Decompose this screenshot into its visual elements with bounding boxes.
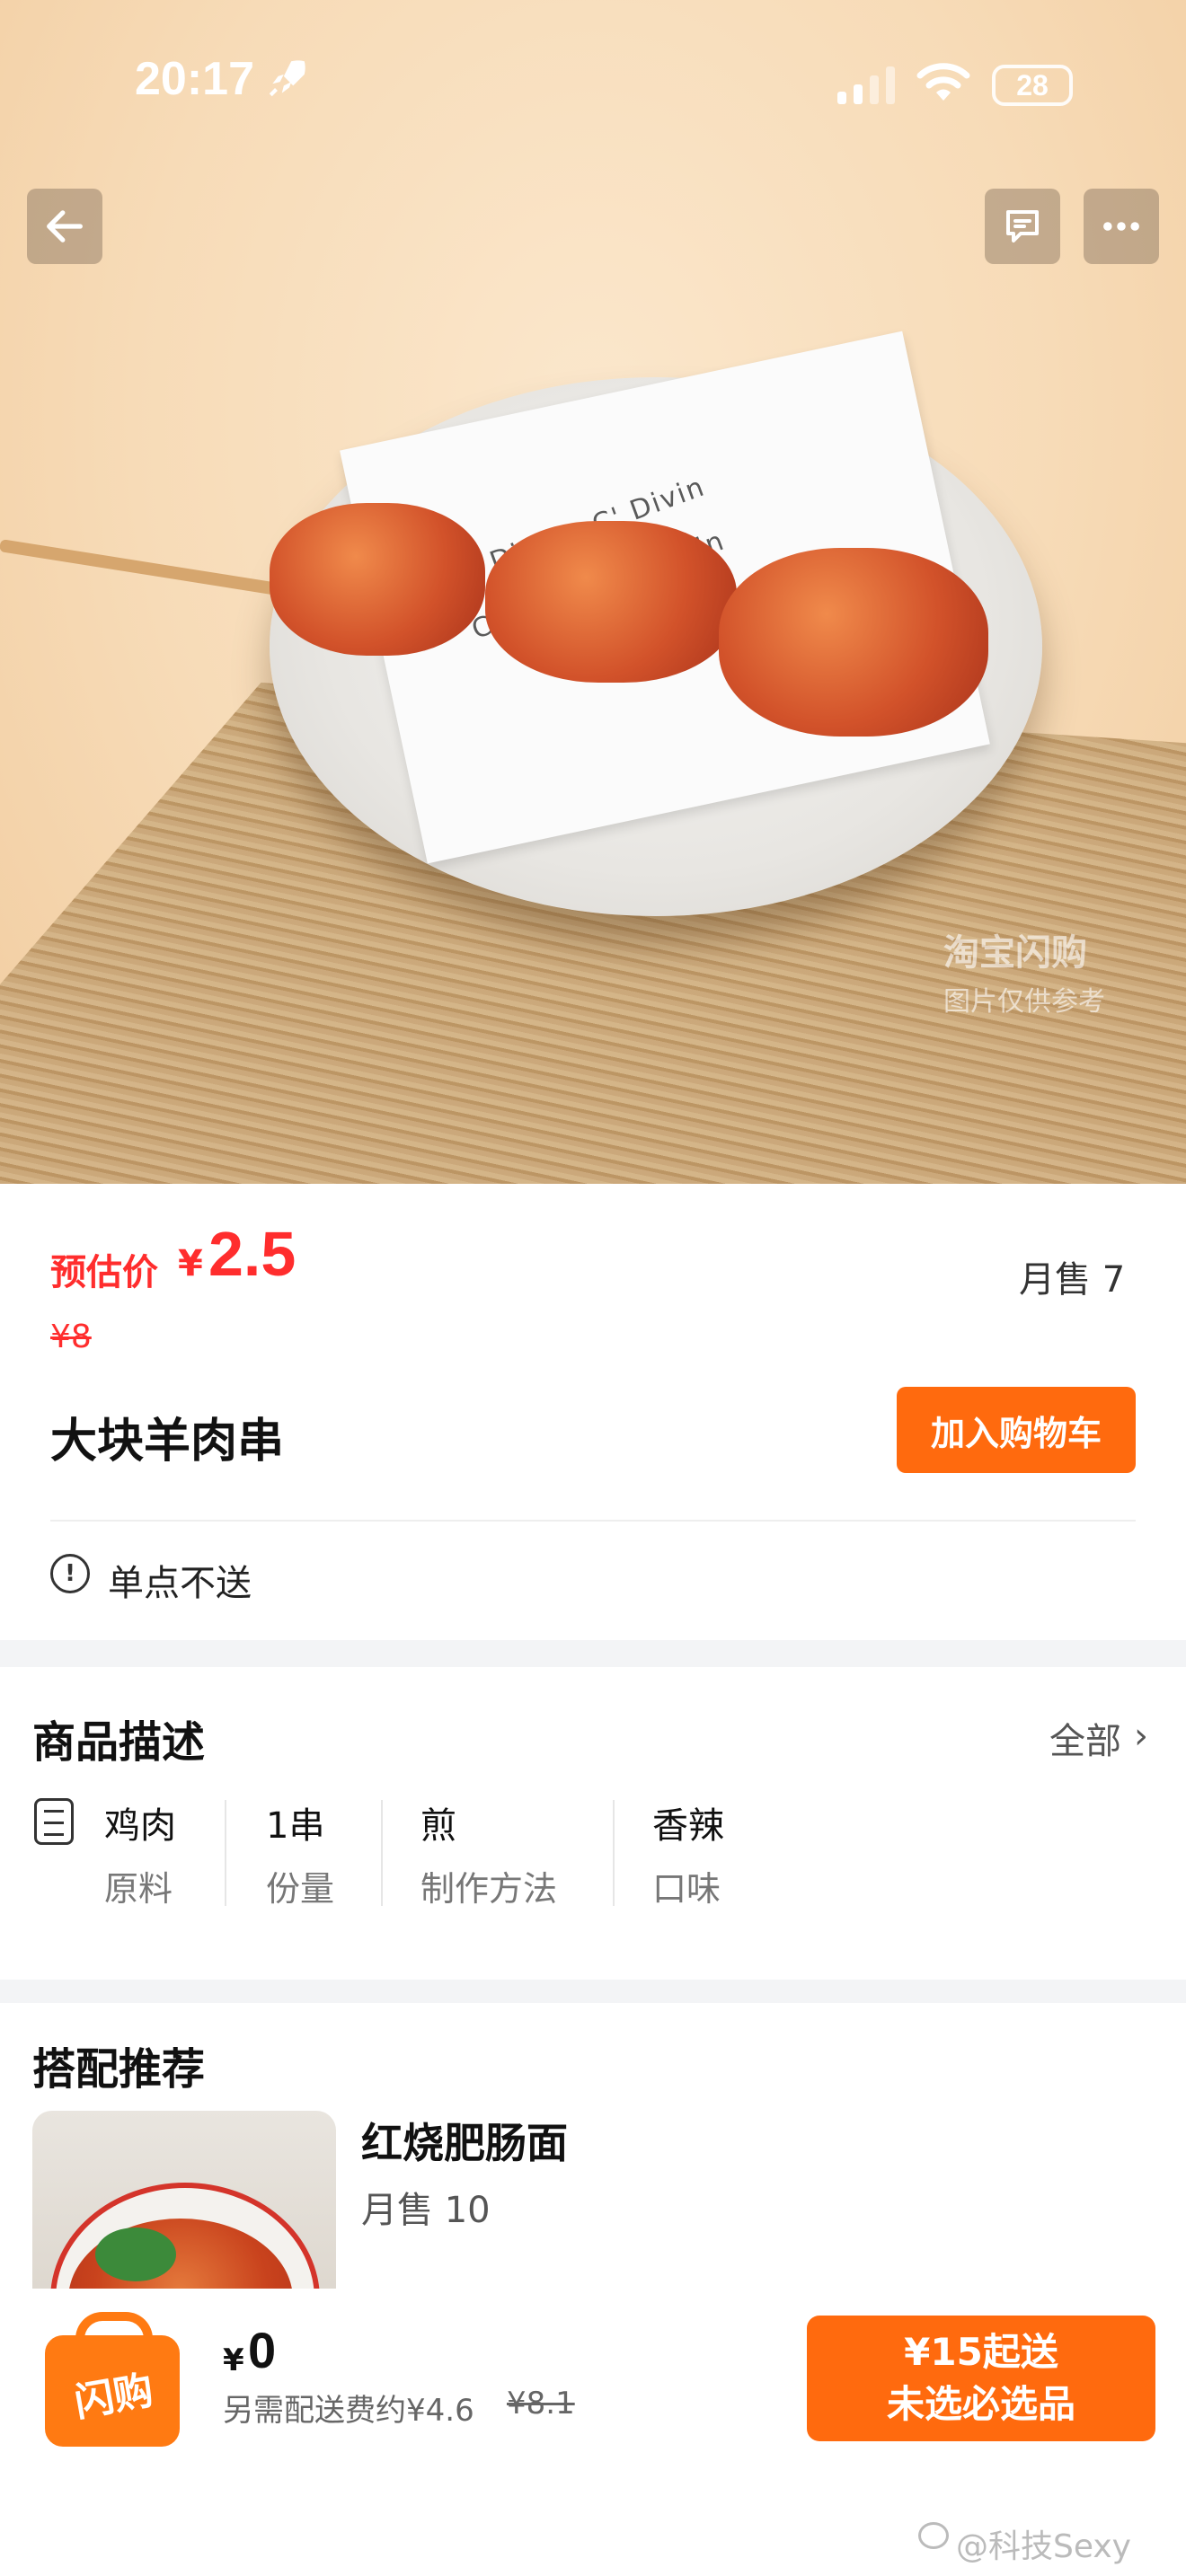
attribute-separator <box>381 1800 383 1906</box>
price-currency: ¥ <box>178 1243 203 1284</box>
clipboard-icon <box>34 1798 74 1845</box>
weibo-icon <box>918 2522 949 2549</box>
attribute-value: 鸡肉 <box>104 1805 176 1847</box>
meat-piece <box>719 548 988 737</box>
battery-level: 28 <box>1016 69 1049 101</box>
product-hero-image: C' Divin C' Divin C' Divin C' Divin 淘宝闪购… <box>0 0 1186 1184</box>
attribute-value: 1串 <box>266 1805 325 1847</box>
product-name: 大块羊肉串 <box>50 1415 285 1469</box>
cart-total: 0 <box>248 2322 277 2378</box>
battery-icon: 28 <box>992 65 1073 106</box>
wifi-icon <box>916 63 970 101</box>
required-item-notice: 未选必选品 <box>886 2382 1075 2426</box>
attribute-key: 口味 <box>652 1869 721 1909</box>
message-button[interactable] <box>985 189 1060 264</box>
attribute-value: 香辣 <box>652 1805 724 1847</box>
attribute-key: 原料 <box>104 1869 173 1909</box>
rocket-icon <box>269 60 305 97</box>
more-button[interactable] <box>1084 189 1159 264</box>
attribute-separator <box>225 1800 226 1906</box>
delivery-notice: 单点不送 <box>108 1563 252 1604</box>
view-all-link[interactable]: 全部 <box>1049 1712 1121 1764</box>
cellular-signal-icon <box>837 66 895 104</box>
estimated-price: 2.5 <box>208 1219 296 1289</box>
delivery-fee: 另需配送费约¥4.6 <box>223 2393 474 2429</box>
watermark-title: 淘宝闪购 <box>943 932 1087 974</box>
recommend-item-name[interactable]: 红烧肥肠面 <box>361 2111 568 2170</box>
attribute-key: 制作方法 <box>420 1869 558 1909</box>
recommend-title: 搭配推荐 <box>32 2044 206 2095</box>
status-time: 20:17 <box>135 53 254 105</box>
chevron-right-icon[interactable]: › <box>1134 1716 1148 1757</box>
meat-piece <box>270 503 485 656</box>
recommend-item-sales: 月售 10 <box>361 2190 491 2231</box>
description-title: 商品描述 <box>32 1717 206 1768</box>
add-to-cart-button[interactable]: 加入购物车 <box>897 1387 1136 1473</box>
attribute-key: 份量 <box>266 1869 335 1909</box>
original-price: ¥8 <box>50 1319 92 1355</box>
shopping-bag-icon[interactable]: 闪购 <box>45 2312 185 2447</box>
monthly-sales: 月售 7 <box>1019 1259 1126 1301</box>
status-bar: 20:17 28 <box>0 0 1186 171</box>
watermark-note: 图片仅供参考 <box>943 986 1105 1018</box>
cart-currency: ¥ <box>223 2342 244 2378</box>
meat-piece <box>485 521 737 683</box>
delivery-fee-original: ¥8.1 <box>507 2386 575 2422</box>
arrow-left-icon <box>47 210 83 243</box>
checkout-button[interactable]: ¥15起送 未选必选品 <box>807 2316 1155 2441</box>
chat-icon <box>1006 210 1039 243</box>
back-button[interactable] <box>27 189 102 264</box>
garnish <box>95 2228 176 2281</box>
estimated-price-label: 预估价 <box>50 1252 158 1293</box>
divider <box>50 1520 1136 1522</box>
attribute-separator <box>613 1800 615 1906</box>
attribute-value: 煎 <box>420 1805 456 1847</box>
more-dots-icon <box>1103 222 1139 231</box>
watermark-credit: @科技Sexy <box>956 2528 1131 2565</box>
minimum-order: ¥15起送 <box>904 2330 1058 2374</box>
info-icon: ! <box>50 1554 90 1593</box>
